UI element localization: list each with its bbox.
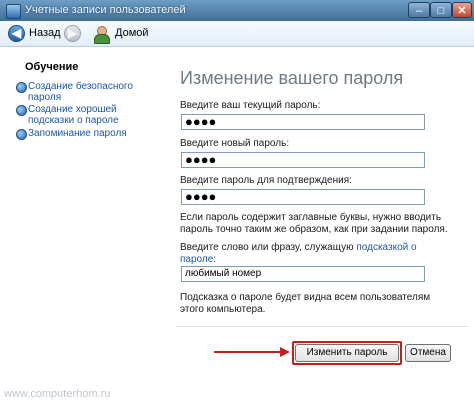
sidebar-item-label[interactable]: пароля bbox=[28, 92, 168, 103]
watermark-text: www.computerhom.ru bbox=[4, 388, 111, 400]
hint-instruction-line-1: Введите слово или фразу, служащую подска… bbox=[180, 242, 417, 254]
help-bullet-icon bbox=[16, 129, 27, 140]
title-bar: Учетные записи пользователей – □ ✕ bbox=[0, 0, 474, 21]
close-button[interactable]: ✕ bbox=[452, 2, 472, 18]
sidebar-item-secure-password[interactable]: Создание безопасного пароля bbox=[16, 81, 168, 103]
back-button-label[interactable]: Назад bbox=[29, 27, 61, 39]
help-bullet-icon bbox=[16, 82, 27, 93]
current-password-value: ●●●● bbox=[185, 114, 217, 129]
change-password-button[interactable]: Изменить пароль bbox=[292, 341, 402, 365]
confirm-password-label: Введите пароль для подтверждения: bbox=[180, 175, 352, 186]
home-users-icon[interactable] bbox=[92, 25, 110, 44]
sidebar-heading: Обучение bbox=[25, 61, 79, 73]
minimize-button[interactable]: – bbox=[408, 2, 430, 18]
sidebar-item-label[interactable]: Создание безопасного bbox=[28, 81, 168, 92]
confirm-password-field[interactable]: ●●●● bbox=[181, 189, 425, 205]
user-accounts-icon bbox=[6, 4, 21, 19]
new-password-value: ●●●● bbox=[185, 152, 217, 167]
page-title: Изменение вашего пароля bbox=[180, 68, 404, 88]
cancel-button[interactable]: Отмена bbox=[405, 344, 451, 362]
confirm-password-value: ●●●● bbox=[185, 189, 217, 204]
sidebar-item-remember-password[interactable]: Запоминание пароля bbox=[16, 128, 168, 140]
hint-help-link[interactable]: подсказкой о bbox=[356, 242, 416, 253]
toolbar: ◀ Назад ▶ Домой bbox=[0, 21, 474, 47]
hint-instruction-line-2: пароле: bbox=[180, 254, 216, 266]
case-note-line-2: пароль точно таким же образом, как при з… bbox=[180, 224, 448, 235]
back-arrow-icon[interactable]: ◀ bbox=[8, 25, 25, 42]
hint-instruction-text: Введите слово или фразу, служащую bbox=[180, 242, 357, 253]
hint-visibility-line-1: Подсказка о пароле будет видна всем поль… bbox=[180, 292, 431, 303]
sidebar-item-good-hint[interactable]: Создание хорошей подсказки о пароле bbox=[16, 104, 168, 126]
window-title: Учетные записи пользователей bbox=[25, 4, 186, 16]
sidebar-item-label[interactable]: Создание хорошей bbox=[28, 104, 168, 115]
divider bbox=[176, 326, 468, 327]
current-password-field[interactable]: ●●●● bbox=[181, 114, 425, 130]
red-arrow-icon bbox=[214, 347, 290, 357]
password-hint-value: любимый номер bbox=[185, 268, 262, 279]
hint-visibility-line-2: этого компьютера. bbox=[180, 304, 266, 315]
password-hint-field[interactable]: любимый номер bbox=[181, 266, 425, 282]
new-password-label: Введите новый пароль: bbox=[180, 138, 290, 149]
hint-instruction-colon: : bbox=[213, 254, 217, 265]
new-password-field[interactable]: ●●●● bbox=[181, 152, 425, 168]
maximize-button[interactable]: □ bbox=[430, 2, 452, 18]
sidebar-item-label[interactable]: Запоминание пароля bbox=[28, 128, 168, 139]
home-button-label[interactable]: Домой bbox=[115, 27, 149, 39]
case-note-line-1: Если пароль содержит заглавные буквы, ну… bbox=[180, 212, 442, 223]
current-password-label: Введите ваш текущий пароль: bbox=[180, 100, 321, 111]
forward-arrow-icon[interactable]: ▶ bbox=[64, 25, 81, 42]
help-bullet-icon bbox=[16, 105, 27, 116]
hint-help-link-continued[interactable]: пароле bbox=[180, 254, 213, 265]
sidebar-item-label[interactable]: подсказки о пароле bbox=[28, 115, 168, 126]
